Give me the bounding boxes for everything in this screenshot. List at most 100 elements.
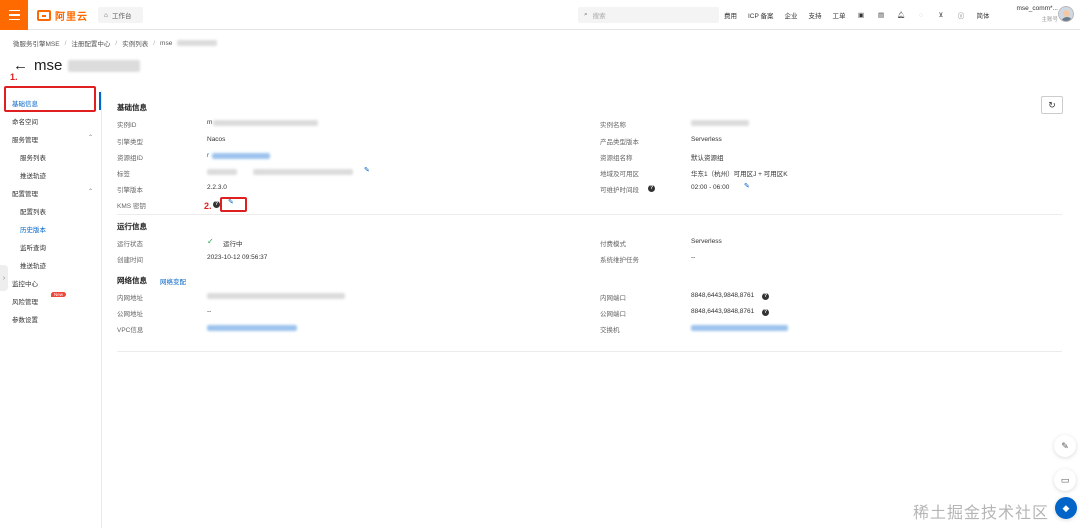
edit-kms-icon[interactable]: ✎ [228,199,236,207]
logo[interactable]: 阿里云 [37,8,88,23]
sidebar-item-config-list[interactable]: 配置列表 [20,206,46,216]
assistant-button[interactable]: ◆ [1055,497,1077,519]
nav-fee[interactable]: 费用 [724,10,737,20]
label-resource-group-id: 资源组ID [117,155,143,162]
sidebar-item-params[interactable]: 参数设置 [12,314,38,324]
sidebar-item-service-mgmt[interactable]: 服务管理 [12,134,38,144]
value-maintenance-task: -- [691,254,696,261]
sidebar-item-service-list[interactable]: 服务列表 [20,152,46,162]
page-title-text: mse [34,57,63,74]
help-icon[interactable]: ⓘ [957,11,966,20]
cart-icon[interactable]: ⊻ [937,11,946,20]
sidebar-item-history[interactable]: 历史版本 [20,224,46,234]
kms-help-icon[interactable]: ? [213,201,220,208]
check-icon: ✓ [207,237,214,246]
network-change-link[interactable]: 网络变配 [160,276,186,286]
chat-button[interactable]: ▭ [1054,469,1076,491]
sidebar-item-risk-label: 风险管理 [12,299,38,306]
chevron-up-icon[interactable]: ⌃ [88,134,93,141]
value-resource-group-name: 默认资源组 [691,155,724,162]
label-tag: 标签 [117,171,130,178]
refresh-icon: ↻ [1048,99,1056,110]
value-resource-group-id[interactable]: r [207,152,209,159]
redacted-vpc[interactable] [207,325,297,331]
label-private-port: 内网端口 [600,295,626,302]
language-switch[interactable]: 简体 [977,10,990,20]
label-engine-version: 引擎版本 [117,187,143,194]
sidebar-item-service-push-trace[interactable]: 推送轨迹 [20,170,46,180]
sidebar-item-namespace[interactable]: 命名空间 [12,116,38,126]
value-instance-id: m [207,119,213,126]
label-resource-group-name: 资源组名称 [600,155,633,162]
home-icon: ⌂ [104,11,108,19]
refresh-button[interactable]: ↻ [1041,96,1063,114]
top-nav: 费用 ICP 备案 企业 支持 工单 ▣ ▤ 🔔︎ ◌ ⊻ ⓘ 简体 [724,10,990,21]
label-public-port: 公网端口 [600,311,626,318]
cloud-shell-icon[interactable]: ▣ [857,11,866,20]
search-placeholder: 搜索 [592,13,606,20]
redacted-vswitch[interactable] [691,325,788,331]
avatar[interactable] [1058,6,1074,22]
logo-text: 阿里云 [55,12,88,23]
user-name: mse_comm*... [1016,5,1058,12]
sidebar-item-monitor[interactable]: 监控中心 [12,278,38,288]
nav-ticket[interactable]: 工单 [833,10,846,20]
sidebar-item-risk[interactable]: 风险管理 New [12,292,67,306]
value-engine-version: 2.2.3.0 [207,184,227,191]
value-private-port: 8848,6443,9848,8761 [691,292,755,299]
workbench-button[interactable]: ⌂ 工作台 [98,7,143,23]
label-created-time: 创建时间 [117,257,143,264]
terminal-icon[interactable]: ▤ [877,11,886,20]
divider [117,214,1062,215]
label-engine-type: 引擎类型 [117,139,143,146]
redacted-tag-value [253,169,353,175]
assistant-icon: ◆ [1062,502,1070,513]
label-product-version: 产品类型版本 [600,139,639,146]
breadcrumb-current: mse [160,39,173,47]
nav-icp[interactable]: ICP 备案 [748,10,774,20]
feedback-edit-button[interactable]: ✎ [1054,435,1076,457]
lightbulb-icon[interactable]: ◌ [917,11,926,20]
breadcrumb: 微服务引擎MSE / 注册配置中心 / 实例列表 / mse [13,38,218,48]
nav-support[interactable]: 支持 [809,10,822,20]
value-public-address: -- [207,308,212,315]
breadcrumb-mse[interactable]: 微服务引擎MSE [13,38,60,48]
value-maintenance-window: 02:00 - 06:00 [691,184,730,191]
sidebar: 基础信息 命名空间 服务管理 ⌃ 服务列表 推送轨迹 配置管理 ⌃ 配置列表 历… [0,90,102,528]
sidebar-item-listen-query[interactable]: 监听查询 [20,242,46,252]
sidebar-item-basic-info[interactable]: 基础信息 [12,98,38,108]
nav-enterprise[interactable]: 企业 [785,10,798,20]
new-badge: New [51,292,67,297]
label-kms: KMS 密钥 [117,203,146,210]
page-title: ← mse [13,57,141,74]
label-vpc: VPC信息 [117,327,144,334]
breadcrumb-registry[interactable]: 注册配置中心 [71,38,110,48]
sidebar-collapse-handle[interactable]: › [0,265,8,291]
search-input[interactable]: ⌕ 搜索 [578,7,719,23]
maintenance-help-icon[interactable]: ? [648,185,655,192]
aliyun-logo-icon [37,10,51,21]
sidebar-item-config-push-trace[interactable]: 推送轨迹 [20,260,46,270]
annotation-step-2: 2. [204,201,212,211]
redacted-private-address [207,293,345,299]
label-maintenance-window: 可维护时间段 [600,187,639,194]
redacted-text [177,40,218,46]
label-instance-id: 实例ID [117,122,137,129]
redacted-resource-group-id [212,153,270,159]
edit-maintenance-icon[interactable]: ✎ [744,183,752,191]
label-billing: 付费模式 [600,241,626,248]
private-port-help-icon[interactable]: ? [762,293,769,300]
section-network-info: 网络信息 [117,276,147,285]
public-port-help-icon[interactable]: ? [762,309,769,316]
value-status: 运行中 [223,241,243,248]
sidebar-item-config-mgmt[interactable]: 配置管理 [12,188,38,198]
edit-tag-icon[interactable]: ✎ [364,167,372,175]
breadcrumb-instances[interactable]: 实例列表 [122,38,148,48]
label-private-address: 内网地址 [117,295,143,302]
menu-icon[interactable] [0,0,28,30]
user-info[interactable]: mse_comm*... 主账号 [1008,5,1058,23]
chat-icon: ▭ [1060,474,1070,485]
bell-icon[interactable]: 🔔︎ [897,11,906,20]
redacted-title [68,59,141,72]
chevron-up-icon[interactable]: ⌃ [88,188,93,195]
